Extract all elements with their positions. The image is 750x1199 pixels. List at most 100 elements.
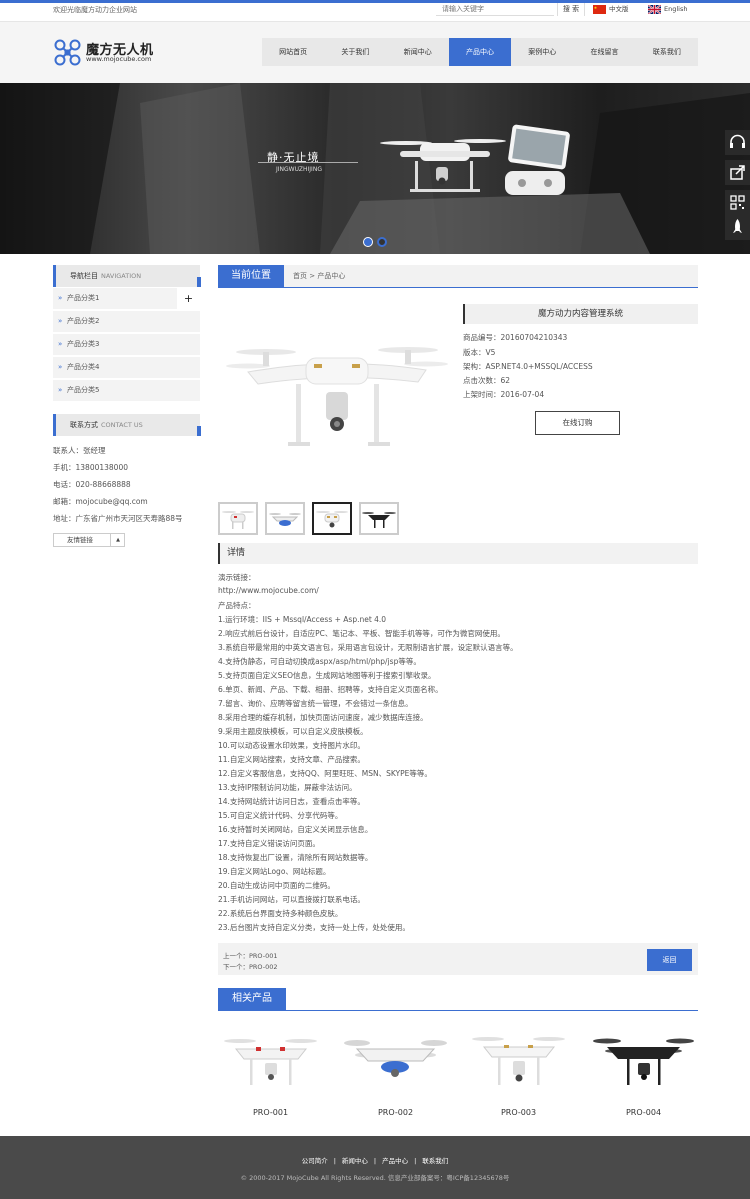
related-product-image-1[interactable] (218, 1023, 323, 1098)
sidebar-nav-title: 导航栏目 (70, 272, 98, 280)
related-product-label[interactable]: PRO-002 (343, 1108, 448, 1117)
related-underline (218, 1010, 698, 1011)
order-online-button[interactable]: 在线订购 (535, 411, 620, 435)
related-product-label[interactable]: PRO-003 (466, 1108, 571, 1117)
lang-en-label: English (664, 5, 688, 13)
main-nav: 网站首页 关于我们 新闻中心 产品中心 案例中心 在线留言 联系我们 (262, 38, 698, 66)
lang-cn-label: 中文版 (609, 5, 629, 13)
double-chevron-icon: » (58, 340, 63, 348)
nav-about[interactable]: 关于我们 (324, 38, 386, 66)
qrcode-button[interactable] (725, 190, 750, 215)
nav-cases[interactable]: 案例中心 (511, 38, 573, 66)
nav-contact[interactable]: 联系我们 (636, 38, 698, 66)
lang-en-link[interactable]: English (648, 3, 687, 16)
related-heading: 相关产品 (218, 988, 286, 1010)
nav-news[interactable]: 新闻中心 (387, 38, 449, 66)
customer-service-button[interactable] (725, 130, 750, 155)
product-sku: 商品编号：20160704210343 (463, 333, 568, 342)
footer-link-products[interactable]: 产品中心 (382, 1157, 408, 1165)
banner-subtitle: JINGWUZHIJING (276, 166, 322, 173)
related-product-label[interactable]: PRO-004 (591, 1108, 696, 1117)
heading-corner-accent (197, 277, 201, 287)
detail-line: 3.系统自带最常用的中英文语言包，采用语言包设计，无限制语言扩展，设定默认语言等… (218, 643, 518, 652)
detail-line: 11.自定义网站搜索，支持文章、产品搜索。 (218, 755, 365, 764)
contact-phone: 电话：020-88668888 (53, 480, 131, 489)
headset-icon (730, 134, 745, 148)
share-icon (730, 165, 745, 180)
drone-thumbnail-image (362, 512, 396, 528)
detail-line: 1.运行环境：IIS + Mssql/Access + Asp.net 4.0 (218, 615, 387, 624)
product-version: 版本：V5 (463, 348, 496, 357)
lang-cn-link[interactable]: 中文版 (593, 3, 629, 16)
back-button[interactable]: 返回 (647, 949, 692, 971)
contact-email: 邮箱：mojocube@qq.com (53, 497, 148, 506)
expand-plus-button[interactable]: + (177, 288, 200, 309)
sidebar-item-category-4[interactable]: » 产品分类4 (53, 357, 200, 378)
sidebar-item-category-3[interactable]: » 产品分类3 (53, 334, 200, 355)
contact-mobile: 手机：13800138000 (53, 463, 128, 472)
footer-separator: | (414, 1157, 417, 1165)
product-title: 魔方动力内容管理系统 (463, 304, 698, 324)
nav-home[interactable]: 网站首页 (262, 38, 324, 66)
detail-line: 17.支持自定义错误访问页面。 (218, 839, 320, 848)
back-to-top-button[interactable] (725, 215, 750, 240)
next-link[interactable]: 下一个：PRO-002 (223, 961, 278, 971)
drone-logo-icon[interactable] (54, 39, 81, 66)
demo-link[interactable]: http://www.mojocube.com/ (218, 586, 319, 595)
product-thumbnail-3[interactable] (312, 502, 352, 535)
breadcrumb[interactable]: 首页 > 产品中心 (284, 265, 698, 287)
sidebar-item-category-5[interactable]: » 产品分类5 (53, 380, 200, 401)
uk-flag-icon (648, 4, 661, 14)
sidebar-contact-title-en: CONTACT US (101, 421, 143, 429)
detail-line: 8.采用合理的缓存机制，加快页面访问速度，减少数据库连接。 (218, 713, 428, 722)
detail-line: 13.支持IP限制访问功能，屏蔽非法访问。 (218, 783, 357, 792)
search-input[interactable] (436, 3, 554, 16)
related-product-image-4[interactable] (591, 1023, 696, 1098)
prev-link[interactable]: 上一个：PRO-001 (223, 950, 278, 960)
related-product-label[interactable]: PRO-001 (218, 1108, 323, 1117)
slide-dot-2[interactable] (377, 237, 387, 247)
product-thumbnail-1[interactable] (218, 502, 258, 535)
details-heading: 详情 (218, 543, 698, 564)
nav-products[interactable]: 产品中心 (448, 38, 512, 66)
detail-line: 4.支持伪静态，可自动切换成aspx/asp/html/php/jsp等等。 (218, 657, 421, 666)
sidebar-item-category-2[interactable]: » 产品分类2 (53, 311, 200, 332)
banner-scenery-image (0, 83, 750, 254)
product-date: 上架时间：2016-07-04 (463, 390, 545, 399)
detail-line: 10.可以动态设置水印效果，支持图片水印。 (218, 741, 365, 750)
contact-person: 联系人：张经理 (53, 446, 106, 455)
footer-links: 公司简介 | 新闻中心 | 产品中心 | 联系我们 (0, 1155, 750, 1165)
detail-line: 16.支持暂时关闭网站，自定义关闭显示信息。 (218, 825, 373, 834)
logo-url: www.mojocube.com (86, 55, 152, 63)
drone-thumbnail-image (269, 513, 301, 526)
prev-next-panel (218, 943, 698, 975)
product-main-image[interactable] (218, 300, 454, 475)
share-button[interactable] (725, 160, 750, 185)
detail-line: 21.手机访问网站，可以直接拨打联系电话。 (218, 895, 365, 904)
caret-up-icon[interactable]: ▲ (110, 533, 125, 547)
nav-message[interactable]: 在线留言 (573, 38, 635, 66)
sidebar-contact-heading: 联系方式 CONTACT US (53, 414, 200, 436)
banner-divider (258, 162, 358, 163)
footer-copyright: © 2000-2017 MojoCube All Rights Reserved… (240, 1174, 510, 1182)
footer-link-about[interactable]: 公司简介 (302, 1157, 328, 1165)
sidebar-item-label: 产品分类5 (67, 386, 100, 394)
detail-line: 19.自定义网站Logo、网站标题。 (218, 867, 331, 876)
related-product-image-3[interactable] (466, 1023, 571, 1098)
product-thumbnail-2[interactable] (265, 502, 305, 535)
detail-line: 演示链接： (218, 573, 256, 582)
product-thumbnail-4[interactable] (359, 502, 399, 535)
sidebar-item-label: 产品分类1 (67, 294, 100, 302)
detail-line: 5.支持页面自定义SEO信息，生成网站地图等利于搜索引擎收录。 (218, 671, 436, 680)
related-product-image-2[interactable] (343, 1023, 448, 1098)
search-button[interactable]: 搜 索 (557, 3, 585, 16)
site-footer (0, 1136, 750, 1199)
slide-dot-1[interactable] (363, 237, 373, 247)
footer-link-news[interactable]: 新闻中心 (342, 1157, 368, 1165)
rocket-icon (733, 219, 742, 233)
breadcrumb-underline (218, 287, 698, 288)
heading-corner-accent (197, 426, 201, 436)
detail-line: 22.系统后台界面支持多种颜色皮肤。 (218, 909, 343, 918)
detail-line: 15.可自定义统计代码、分享代码等。 (218, 811, 343, 820)
footer-link-contact[interactable]: 联系我们 (422, 1157, 448, 1165)
